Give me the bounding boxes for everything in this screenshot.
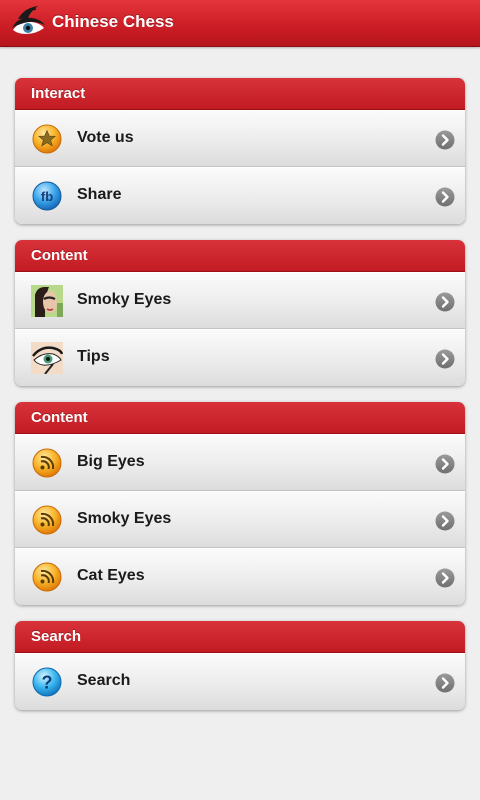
list-item-label: Share xyxy=(77,186,122,203)
list-item-smoky-eyes[interactable]: Smoky Eyes xyxy=(15,272,465,329)
rss-icon xyxy=(32,448,62,478)
list-item-label: Tips xyxy=(77,348,110,365)
list-item-label: Vote us xyxy=(77,129,134,146)
section-header: Search xyxy=(15,621,465,653)
list-item-label: Smoky Eyes xyxy=(77,291,172,308)
list-item-cat-eyes[interactable]: Cat Eyes xyxy=(15,548,465,605)
list-item-share[interactable]: fb Share xyxy=(15,167,465,224)
chevron-right-icon xyxy=(435,673,455,693)
chevron-right-icon xyxy=(435,454,455,474)
chevron-right-icon xyxy=(435,187,455,207)
section-interact: Interact Vote us fb Share xyxy=(15,78,465,224)
list-item-label: Smoky Eyes xyxy=(77,510,172,527)
section-header: Content xyxy=(15,240,465,272)
eye-thumbnail-icon xyxy=(31,342,63,374)
section-search: Search ? Search xyxy=(15,621,465,710)
list-item-tips[interactable]: Tips xyxy=(15,329,465,386)
title-bar: Chinese Chess xyxy=(0,0,480,47)
rss-icon xyxy=(32,505,62,535)
smoky-eyes-thumbnail-icon xyxy=(31,285,63,317)
chevron-right-icon xyxy=(435,511,455,531)
list-item-label: Cat Eyes xyxy=(77,567,145,584)
section-content: Content Smoky Eyes Tips xyxy=(15,240,465,386)
star-icon xyxy=(32,124,62,154)
list-item-vote-us[interactable]: Vote us xyxy=(15,110,465,167)
rss-icon xyxy=(32,562,62,592)
help-icon: ? xyxy=(32,667,62,697)
svg-text:fb: fb xyxy=(41,189,53,204)
chevron-right-icon xyxy=(435,292,455,312)
chevron-right-icon xyxy=(435,349,455,369)
chevron-right-icon xyxy=(435,568,455,588)
list-item-smoky-eyes-feed[interactable]: Smoky Eyes xyxy=(15,491,465,548)
list-item-search[interactable]: ? Search xyxy=(15,653,465,710)
svg-text:?: ? xyxy=(42,673,53,693)
section-content-feeds: Content Big Eyes Smoky Eyes Cat Eyes xyxy=(15,402,465,605)
list-item-label: Big Eyes xyxy=(77,453,145,470)
list-item-big-eyes[interactable]: Big Eyes xyxy=(15,434,465,491)
app-title: Chinese Chess xyxy=(52,12,174,31)
section-header: Interact xyxy=(15,78,465,110)
list-item-label: Search xyxy=(77,672,131,689)
facebook-icon: fb xyxy=(32,181,62,211)
chevron-right-icon xyxy=(435,130,455,150)
section-header: Content xyxy=(15,402,465,434)
app-logo-icon xyxy=(12,6,45,34)
